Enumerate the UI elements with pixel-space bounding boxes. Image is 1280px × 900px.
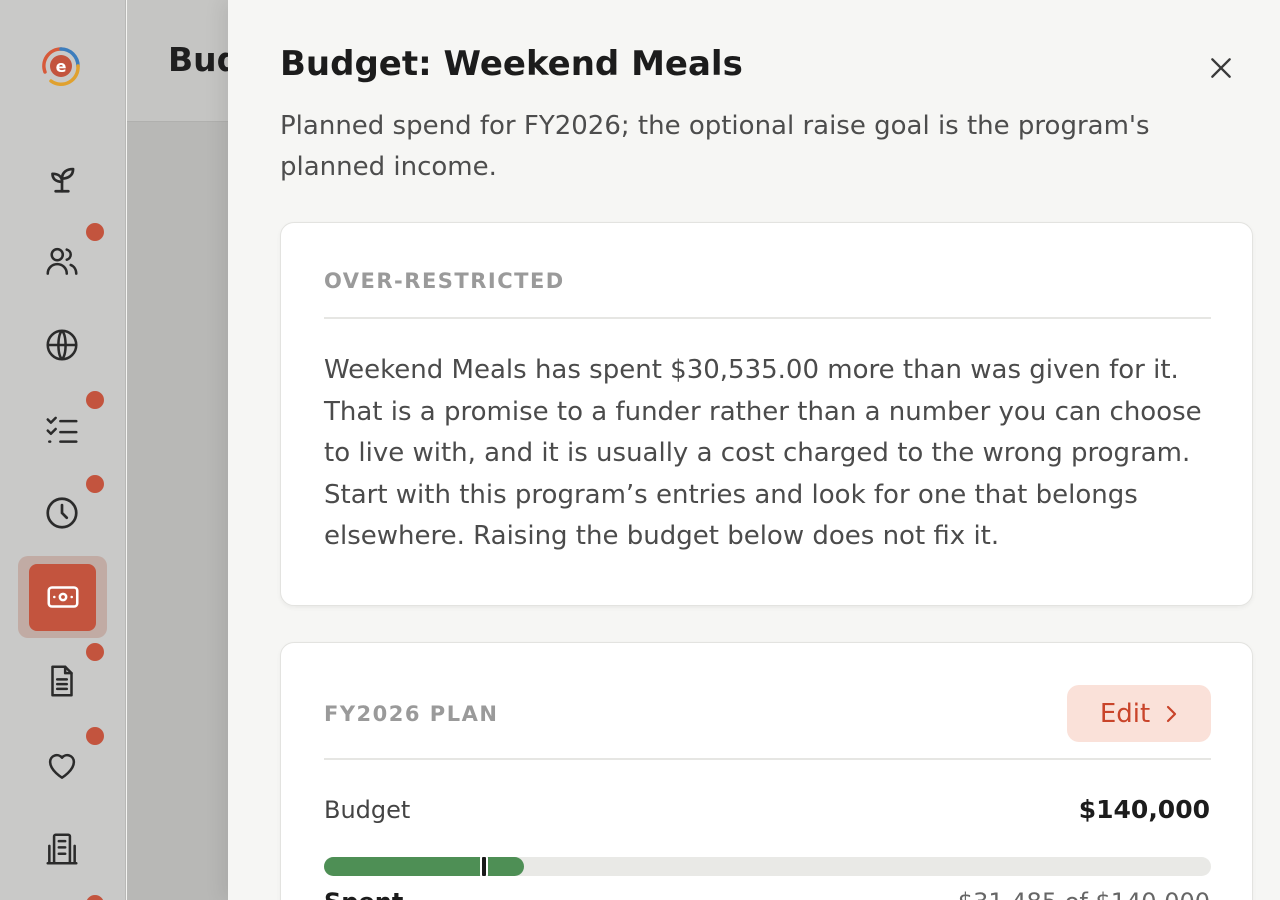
progress-marker: [479, 855, 488, 878]
notification-badge: [84, 473, 106, 495]
close-button[interactable]: [1203, 50, 1239, 86]
building-icon: [46, 833, 78, 865]
app-logo-icon[interactable]: e: [37, 42, 85, 90]
edit-button[interactable]: Edit: [1067, 685, 1211, 742]
sidebar-item-budgets[interactable]: [18, 556, 107, 638]
budget-drawer: Budget: Weekend Meals Planned spend for …: [228, 0, 1280, 900]
spend-progress-fill: [324, 857, 524, 876]
sidebar-item-programs[interactable]: [28, 143, 96, 211]
notification-badge: [84, 221, 106, 243]
money-icon: [46, 586, 79, 608]
divider: [324, 758, 1211, 760]
budget-label: Budget: [324, 796, 411, 824]
users-icon: [46, 247, 78, 275]
sprout-icon: [51, 167, 75, 193]
budget-value: $140,000: [1078, 795, 1210, 824]
heart-icon: [48, 753, 76, 779]
drawer-subtitle: Planned spend for FY2026; the optional r…: [280, 111, 1150, 182]
alert-card: OVER-RESTRICTED Weekend Meals has spent …: [280, 222, 1253, 606]
edit-label: Edit: [1099, 698, 1151, 729]
close-icon: [1211, 58, 1231, 78]
notification-badge: [84, 893, 106, 900]
notification-badge: [84, 641, 106, 663]
alert-heading: OVER-RESTRICTED: [324, 269, 565, 293]
svg-text:e: e: [56, 57, 67, 76]
alert-body: Weekend Meals has spent $30,535.00 more …: [324, 355, 1202, 551]
sidebar: e: [0, 0, 126, 900]
chevron-right-icon: [1167, 705, 1177, 722]
document-icon: [51, 665, 73, 697]
sidebar-item-budgets-active: [29, 563, 96, 631]
checklist-icon: [46, 416, 78, 443]
plan-card: FY2026 PLAN Edit Budget $140,000 Spent $…: [280, 642, 1253, 900]
notification-badge: [84, 725, 106, 747]
sidebar-item-global[interactable]: [28, 311, 96, 379]
spent-value: $31,485 of $140,000: [958, 888, 1210, 900]
plan-heading: FY2026 PLAN: [324, 702, 499, 726]
notification-badge: [84, 389, 106, 411]
spent-label: Spent: [324, 888, 403, 900]
sidebar-item-organization[interactable]: [28, 815, 96, 883]
divider: [324, 317, 1211, 319]
globe-icon: [46, 329, 78, 361]
clock-icon: [46, 497, 78, 529]
drawer-title: Budget: Weekend Meals: [280, 44, 743, 84]
spend-progress-bar: [324, 855, 1211, 878]
